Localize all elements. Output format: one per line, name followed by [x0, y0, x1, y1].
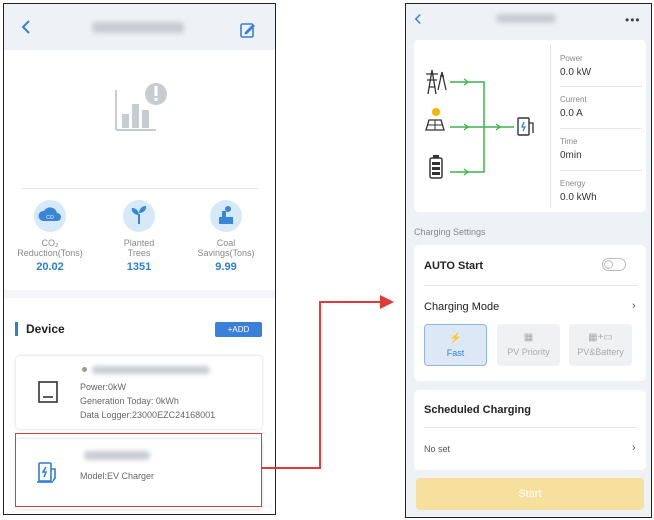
stat-label-line1: Planted: [123, 238, 155, 248]
inverter-device-card[interactable]: Power:0kW Generation Today: 0kWh Data Lo…: [16, 356, 262, 429]
auto-start-toggle[interactable]: [602, 258, 626, 271]
charging-mode-label[interactable]: Charging Mode: [424, 301, 499, 313]
stat-value: 9.99: [215, 261, 237, 273]
edit-icon[interactable]: [239, 21, 257, 39]
mode-fast-button[interactable]: ⚡ Fast: [424, 324, 487, 366]
stat-label-line2: Reduction(Tons): [17, 248, 83, 258]
battery-icon: [429, 155, 443, 179]
chevron-right-icon[interactable]: ›: [632, 300, 636, 312]
charger-highlight-box: [15, 433, 262, 507]
divider: [424, 427, 638, 428]
stat-trees: Planted Trees 1351: [99, 200, 179, 273]
scheduled-value[interactable]: No set: [424, 444, 450, 454]
metric-value: 0min: [560, 150, 582, 161]
charging-settings-label: Charging Settings: [414, 227, 486, 237]
metric-value: 0.0 A: [560, 108, 583, 119]
stat-value: 20.02: [36, 261, 64, 273]
header: •••: [406, 4, 651, 36]
no-data-chart-icon: [115, 83, 167, 131]
mode-label: PV&Battery: [577, 347, 624, 357]
device-section-title: Device: [26, 322, 65, 336]
svg-text:CO: CO: [46, 215, 54, 221]
add-device-button[interactable]: +ADD: [215, 322, 262, 337]
stat-co2: CO CO₂ Reduction(Tons) 20.02: [10, 200, 90, 273]
stat-label-line1: Coal: [216, 238, 236, 248]
stat-value: 1351: [126, 261, 152, 273]
more-options-icon[interactable]: •••: [625, 13, 641, 27]
ev-charger-screen: ••• Power 0.0 kW Current 0.0 A Time 0min…: [405, 3, 652, 518]
status-dot: [82, 367, 87, 372]
stat-label-line2: Savings(Tons): [197, 248, 255, 258]
fast-charge-icon: ⚡: [449, 333, 462, 344]
solar-panel-icon: ▦: [523, 332, 534, 343]
inverter-generation: Generation Today: 0kWh: [80, 396, 179, 406]
mode-label: Fast: [446, 348, 465, 358]
plant-name-redacted: [92, 22, 184, 33]
header: [4, 4, 275, 50]
metrics-divider: [550, 44, 551, 208]
charger-name-redacted: [496, 14, 556, 23]
metric-label: Energy: [560, 179, 586, 188]
section-accent-bar: [15, 322, 18, 336]
device-serial-redacted: [92, 366, 210, 374]
metric-value: 0.0 kW: [560, 67, 592, 78]
start-charging-button[interactable]: Start: [416, 478, 644, 510]
grid-tower-icon: [426, 69, 447, 95]
auto-start-label: AUTO Start: [424, 260, 484, 272]
divider: [22, 188, 258, 189]
ev-charger-icon: [517, 117, 534, 136]
chevron-right-icon[interactable]: ›: [632, 442, 636, 454]
inverter-icon: [38, 381, 58, 403]
divider: [560, 86, 642, 87]
energy-flow-panel: Power 0.0 kW Current 0.0 A Time 0min Ene…: [414, 40, 646, 212]
tree-sprout-icon: [123, 200, 155, 232]
power-plant-icon: [210, 200, 242, 232]
divider: [424, 285, 638, 286]
divider: [560, 128, 642, 129]
back-chevron-icon[interactable]: [18, 19, 34, 35]
energy-flow-diagram: [425, 69, 534, 179]
inverter-logger: Data Logger:23000EZC24168001: [80, 410, 216, 420]
stat-label-line1: CO₂: [41, 238, 59, 248]
divider: [560, 170, 642, 171]
stat-label-line2: Trees: [127, 248, 151, 258]
metric-label: Power: [560, 54, 583, 63]
navigation-arrow: [262, 295, 394, 469]
stat-coal: Coal Savings(Tons) 9.99: [186, 200, 266, 273]
environmental-stats: CO CO₂ Reduction(Tons) 20.02 Planted Trees…: [4, 200, 275, 290]
scheduled-charging-label: Scheduled Charging: [424, 404, 531, 416]
scheduled-charging-panel: Scheduled Charging No set ›: [414, 390, 646, 470]
empty-chart-area: [4, 50, 275, 200]
solar-panel-icon: [425, 108, 445, 131]
inverter-power: Power:0kW: [80, 382, 127, 392]
co2-cloud-icon: CO: [34, 200, 66, 232]
metric-label: Time: [560, 137, 578, 146]
metric-label: Current: [560, 95, 587, 104]
mode-pv-battery-button[interactable]: ▦+▭ PV&Battery: [569, 324, 632, 366]
solar-battery-icon: ▦+▭: [588, 332, 613, 343]
mode-label: PV Priority: [507, 347, 550, 357]
mode-pv-priority-button[interactable]: ▦ PV Priority: [497, 324, 560, 366]
back-chevron-icon[interactable]: [412, 12, 424, 25]
metric-value: 0.0 kWh: [560, 192, 597, 203]
